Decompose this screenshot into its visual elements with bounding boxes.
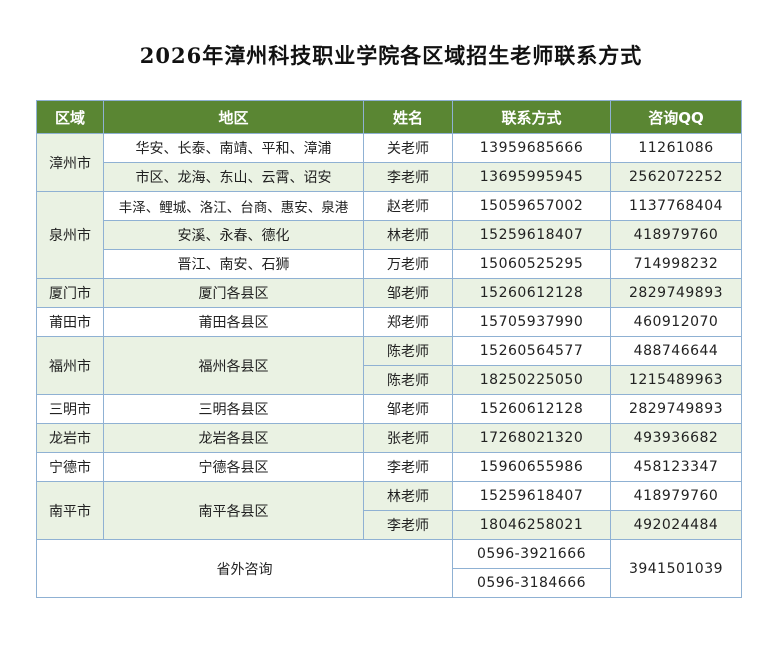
table-row: 晋江、南安、石狮 万老师 15060525295 714998232 xyxy=(37,249,742,279)
phone-cell: 0596-3184666 xyxy=(452,568,611,598)
teacher-name-cell: 林老师 xyxy=(363,481,453,511)
phone-cell: 15260564577 xyxy=(452,336,611,366)
region-cell: 泉州市 xyxy=(36,191,104,279)
area-cell: 宁德各县区 xyxy=(103,452,364,482)
area-cell: 晋江、南安、石狮 xyxy=(103,249,364,279)
area-cell: 南平各县区 xyxy=(103,481,364,540)
phone-cell: 15260612128 xyxy=(452,394,611,424)
qq-cell: 714998232 xyxy=(610,249,742,279)
phone-cell: 15060525295 xyxy=(452,249,611,279)
header-phone: 联系方式 xyxy=(452,100,611,134)
region-cell: 福州市 xyxy=(36,336,104,395)
region-cell: 龙岩市 xyxy=(36,423,104,453)
phone-cell: 15259618407 xyxy=(452,481,611,511)
region-cell: 宁德市 xyxy=(36,452,104,482)
table-row: 南平市 南平各县区 林老师 15259618407 418979760 xyxy=(36,481,742,540)
table-row: 莆田市 莆田各县区 郑老师 15705937990 460912070 xyxy=(36,307,742,337)
area-cell: 丰泽、鲤城、洛江、台商、惠安、泉港 xyxy=(103,191,364,221)
region-cell: 三明市 xyxy=(36,394,104,424)
qq-cell: 2562072252 xyxy=(610,162,742,192)
phone-cell: 15705937990 xyxy=(452,307,611,337)
qq-cell: 458123347 xyxy=(610,452,742,482)
area-cell: 安溪、永春、德化 xyxy=(103,220,364,250)
area-cell: 市区、龙海、东山、云霄、诏安 xyxy=(103,162,364,192)
phone-cell: 15059657002 xyxy=(452,191,611,221)
qq-cell: 3941501039 xyxy=(610,539,742,598)
table-row: 安溪、永春、德化 林老师 15259618407 418979760 xyxy=(37,220,742,250)
teacher-name-cell: 李老师 xyxy=(363,452,453,482)
region-cell: 漳州市 xyxy=(36,133,104,192)
table-row: 宁德市 宁德各县区 李老师 15960655986 458123347 xyxy=(36,452,742,482)
header-area: 地区 xyxy=(103,100,364,134)
table-row: 厦门市 厦门各县区 邹老师 15260612128 2829749893 xyxy=(36,278,742,308)
phone-cell: 13959685666 xyxy=(452,133,611,163)
phone-cell: 0596-3921666 xyxy=(452,539,611,569)
phone-cell: 13695995945 xyxy=(452,162,611,192)
header-name: 姓名 xyxy=(363,100,453,134)
qq-cell: 1137768404 xyxy=(610,191,742,221)
table-row: 市区、龙海、东山、云霄、诏安 李老师 13695995945 256207225… xyxy=(37,162,742,192)
teacher-name-cell: 郑老师 xyxy=(363,307,453,337)
phone-cell: 15260612128 xyxy=(452,278,611,308)
qq-cell: 1215489963 xyxy=(610,365,742,395)
table-row: 三明市 三明各县区 邹老师 15260612128 2829749893 xyxy=(36,394,742,424)
teacher-name-cell: 张老师 xyxy=(363,423,453,453)
area-cell: 厦门各县区 xyxy=(103,278,364,308)
table-row: 泉州市 丰泽、鲤城、洛江、台商、惠安、泉港 赵老师 15059657002 11… xyxy=(36,191,742,279)
page-title: 2026年漳州科技职业学院各区域招生老师联系方式 xyxy=(139,43,643,68)
area-cell: 龙岩各县区 xyxy=(103,423,364,453)
qq-cell: 418979760 xyxy=(610,481,742,511)
qq-cell: 493936682 xyxy=(610,423,742,453)
area-cell: 华安、长泰、南靖、平和、漳浦 xyxy=(103,133,364,163)
phone-cell: 15259618407 xyxy=(452,220,611,250)
area-cell: 莆田各县区 xyxy=(103,307,364,337)
qq-cell: 488746644 xyxy=(610,336,742,366)
teacher-name-cell: 邹老师 xyxy=(363,394,453,424)
phone-cell: 18046258021 xyxy=(452,510,611,540)
header-region: 区域 xyxy=(36,100,104,134)
qq-cell: 492024484 xyxy=(610,510,742,540)
out-of-province-label: 省外咨询 xyxy=(36,539,453,598)
contacts-table: 区域 地区 姓名 联系方式 咨询QQ 漳州市 华安、长泰、南靖、平和、漳浦 关老… xyxy=(36,100,742,598)
teacher-name-cell: 李老师 xyxy=(363,162,453,192)
table-row: 福州市 福州各县区 陈老师 15260564577 488746644 xyxy=(36,336,742,395)
teacher-name-cell: 陈老师 xyxy=(363,365,453,395)
table-row: 龙岩市 龙岩各县区 张老师 17268021320 493936682 xyxy=(36,423,742,453)
phone-cell: 15960655986 xyxy=(452,452,611,482)
qq-cell: 2829749893 xyxy=(610,278,742,308)
teacher-name-cell: 林老师 xyxy=(363,220,453,250)
qq-cell: 2829749893 xyxy=(610,394,742,424)
qq-cell: 418979760 xyxy=(610,220,742,250)
teacher-name-cell: 李老师 xyxy=(363,510,453,540)
phone-cell: 18250225050 xyxy=(452,365,611,395)
table-row: 漳州市 华安、长泰、南靖、平和、漳浦 关老师 13959685666 11261… xyxy=(36,133,742,192)
region-cell: 南平市 xyxy=(36,481,104,540)
teacher-name-cell: 关老师 xyxy=(363,133,453,163)
header-row: 区域 地区 姓名 联系方式 咨询QQ xyxy=(36,100,742,134)
region-cell: 莆田市 xyxy=(36,307,104,337)
teacher-name-cell: 万老师 xyxy=(363,249,453,279)
header-qq: 咨询QQ xyxy=(610,100,742,134)
qq-cell: 11261086 xyxy=(610,133,742,163)
phone-cell: 17268021320 xyxy=(452,423,611,453)
area-cell: 福州各县区 xyxy=(103,336,364,395)
table-row: 省外咨询 0596-3921666 3941501039 xyxy=(36,539,742,598)
teacher-name-cell: 赵老师 xyxy=(363,191,453,221)
teacher-name-cell: 陈老师 xyxy=(363,336,453,366)
region-cell: 厦门市 xyxy=(36,278,104,308)
teacher-name-cell: 邹老师 xyxy=(363,278,453,308)
area-cell: 三明各县区 xyxy=(103,394,364,424)
qq-cell: 460912070 xyxy=(610,307,742,337)
